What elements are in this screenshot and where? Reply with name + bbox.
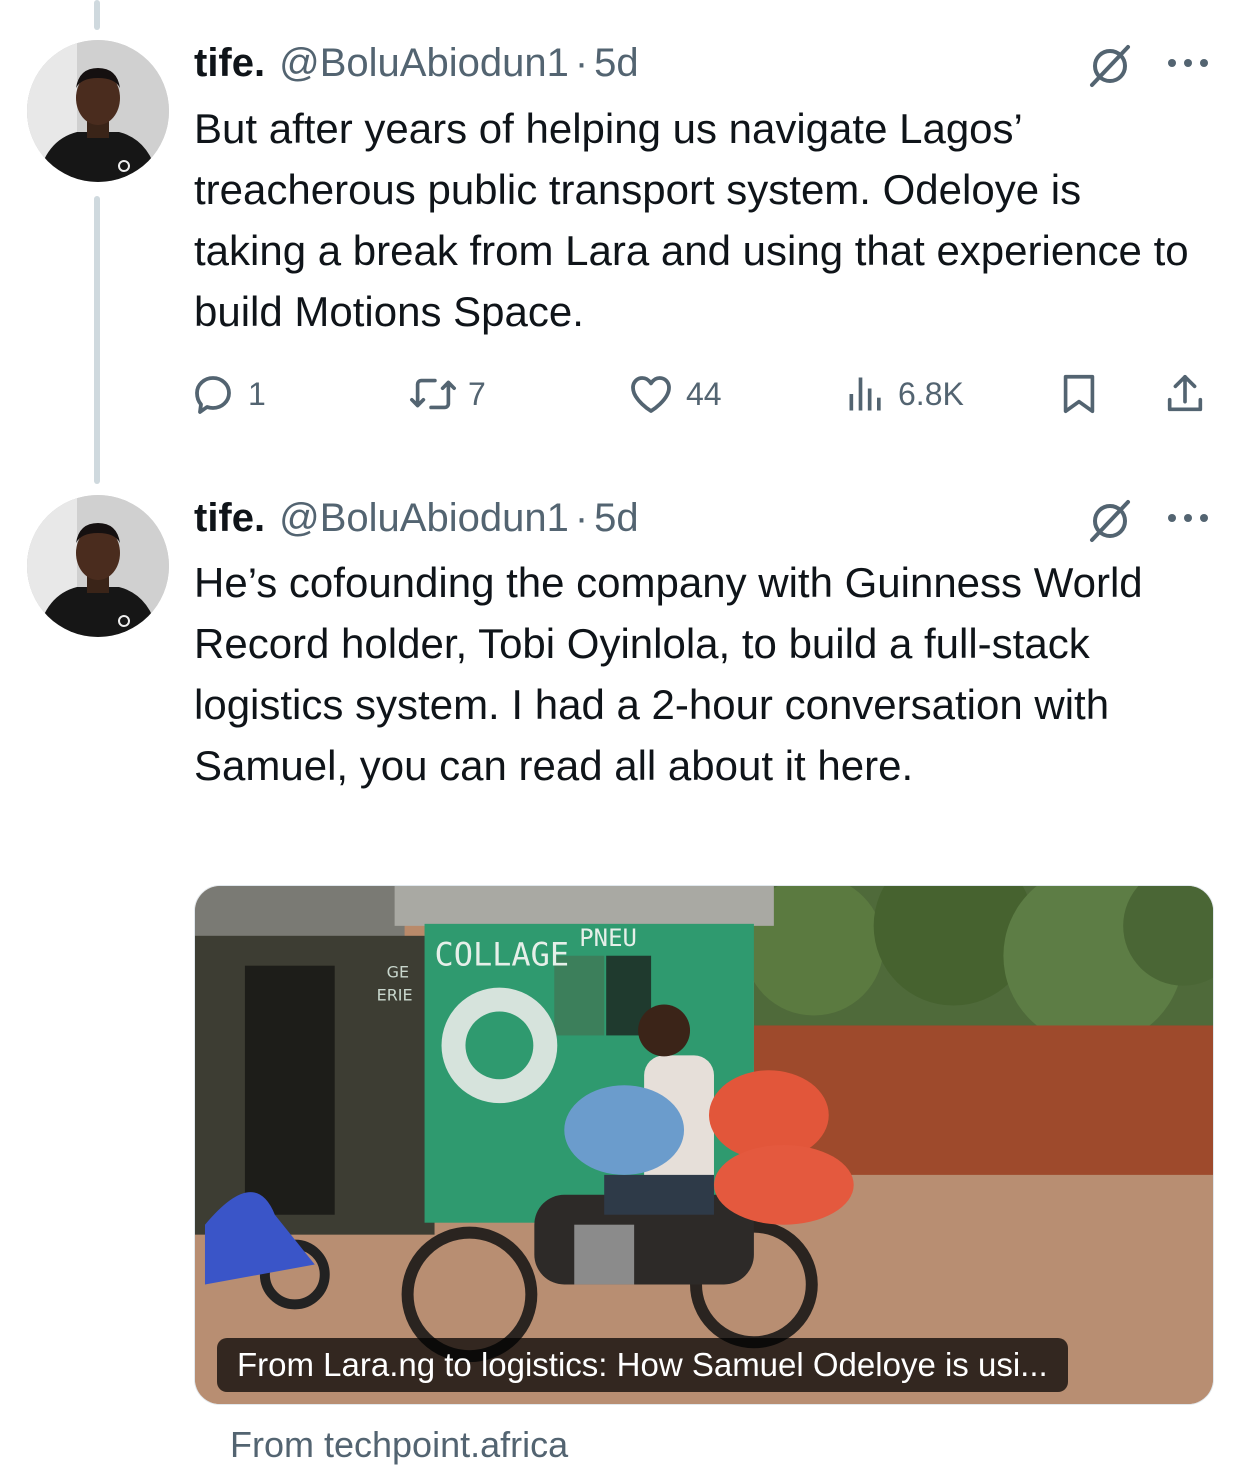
wall-text-ge: GE: [387, 963, 409, 982]
link-card[interactable]: COLLAGE PNEU GE ERIE From Lara.ng to log…: [194, 885, 1214, 1405]
avatar-photo: [27, 495, 169, 637]
repost-button[interactable]: 7: [408, 366, 486, 422]
views-button[interactable]: 6.8K: [844, 366, 964, 422]
grok-slash-circle-icon[interactable]: [1086, 496, 1134, 544]
timestamp[interactable]: 5d: [594, 41, 639, 86]
like-button[interactable]: 44: [626, 366, 722, 422]
link-card-source[interactable]: From techpoint.africa: [230, 1424, 568, 1466]
tweet-header: tife. @BoluAbiodun1 · 5d: [194, 493, 639, 543]
author-handle[interactable]: @BoluAbiodun1: [279, 496, 569, 541]
more-dots-icon[interactable]: [1166, 511, 1210, 525]
bar-chart-icon: [849, 377, 881, 411]
share-button[interactable]: [1162, 366, 1208, 422]
avatar[interactable]: [27, 40, 169, 182]
wall-text-pneu: PNEU: [579, 924, 637, 952]
link-card-title[interactable]: From Lara.ng to logistics: How Samuel Od…: [217, 1338, 1068, 1392]
bookmark-icon: [1063, 374, 1095, 414]
thread-line: [94, 196, 100, 484]
reply-count: 1: [248, 375, 266, 412]
tweet-text: He’s cofounding the company with Guinnes…: [194, 559, 1143, 789]
author-name[interactable]: tife.: [194, 41, 265, 86]
wall-text-collage: COLLAGE: [435, 936, 570, 974]
repost-count: 7: [468, 375, 486, 412]
like-count: 44: [686, 375, 722, 412]
tweet-header: tife. @BoluAbiodun1 · 5d: [194, 38, 639, 88]
avatar-photo: [27, 40, 169, 182]
bookmark-button[interactable]: [1056, 366, 1102, 422]
view-count: 6.8K: [898, 375, 964, 412]
author-handle[interactable]: @BoluAbiodun1: [279, 41, 569, 86]
share-upload-icon: [1167, 374, 1203, 412]
link-card-image: COLLAGE PNEU GE ERIE: [195, 886, 1213, 1404]
wall-text-erie: ERIE: [377, 986, 413, 1005]
reply-button[interactable]: 1: [190, 366, 266, 422]
separator-dot: ·: [574, 495, 589, 540]
avatar[interactable]: [27, 495, 169, 637]
more-dots-icon[interactable]: [1166, 56, 1210, 70]
thread-line: [94, 0, 100, 30]
reply-bubble-icon: [195, 376, 231, 414]
repost-arrows-icon: [410, 378, 456, 410]
tweet-text: But after years of helping us navigate L…: [194, 105, 1189, 335]
heart-icon: [631, 376, 671, 413]
tweet-actions: 1 7 44 6.8K: [190, 366, 1220, 422]
grok-slash-circle-icon[interactable]: [1086, 41, 1134, 89]
timestamp[interactable]: 5d: [594, 496, 639, 541]
author-name[interactable]: tife.: [194, 496, 265, 541]
separator-dot: ·: [574, 40, 589, 85]
